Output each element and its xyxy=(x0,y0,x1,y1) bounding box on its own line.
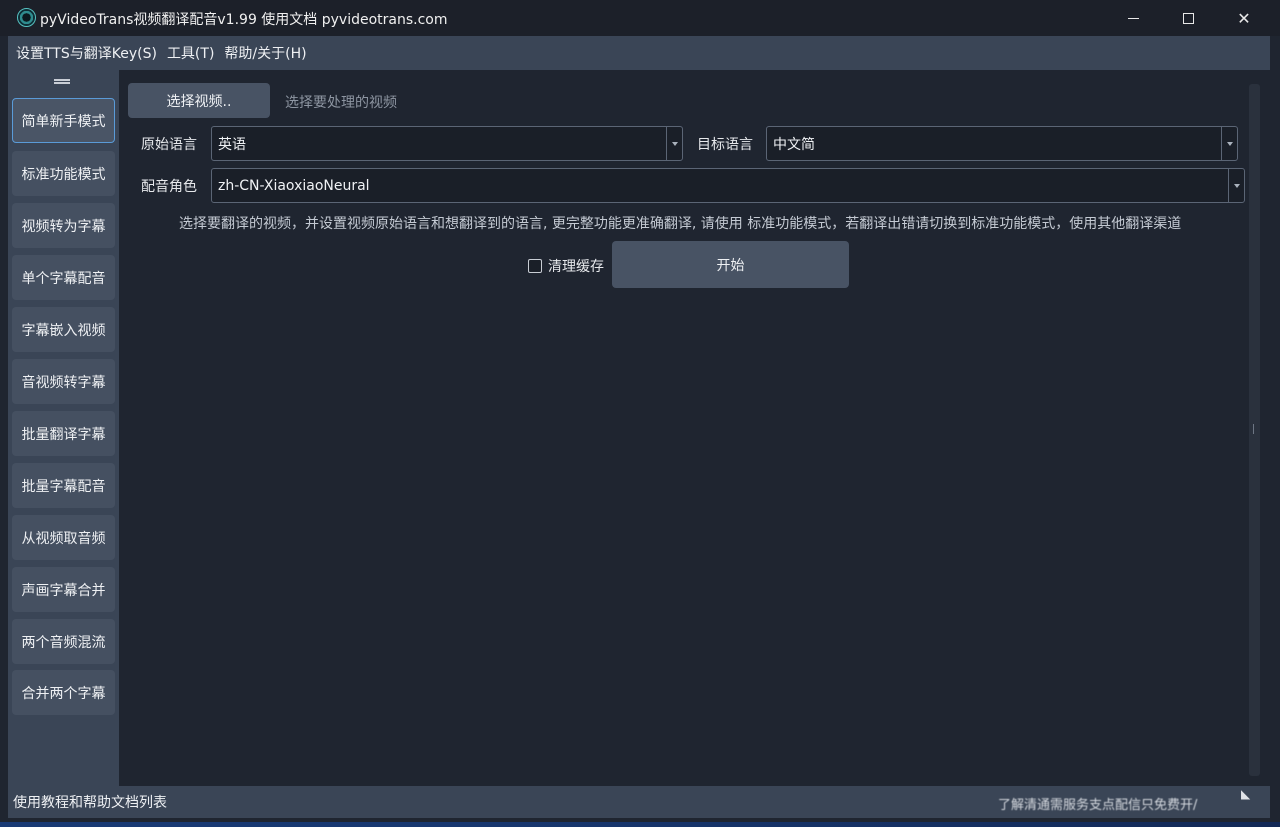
maximize-icon xyxy=(1182,12,1194,24)
chevron-down-icon xyxy=(1221,127,1237,160)
status-notice-text: 了解清通需服务支点配信只免费开/ xyxy=(998,798,1198,812)
mode-sidebar: 简单新手模式 标准功能模式 视频转为字幕 单个字幕配音 字幕嵌入视频 音视频转字… xyxy=(8,70,119,786)
minimize-button[interactable] xyxy=(1105,0,1161,36)
scroll-handle-icon[interactable] xyxy=(1253,424,1255,434)
resize-handle-icon[interactable]: ◣ xyxy=(1241,787,1255,801)
clear-cache-checkbox[interactable]: 清理缓存 xyxy=(528,256,604,276)
chevron-down-icon xyxy=(1228,169,1244,202)
chevron-down-icon xyxy=(666,127,682,160)
sidebar-item-extract-audio[interactable]: 从视频取音频 xyxy=(12,515,115,560)
sidebar-drag-handle-icon[interactable] xyxy=(54,79,70,84)
sidebar-item-batch-translate[interactable]: 批量翻译字幕 xyxy=(12,411,115,456)
app-logo-icon xyxy=(17,8,36,27)
clear-cache-label: 清理缓存 xyxy=(548,259,604,275)
voice-role-value: zh-CN-XiaoxiaoNeural xyxy=(218,177,370,194)
sidebar-item-batch-dubbing[interactable]: 批量字幕配音 xyxy=(12,463,115,508)
select-video-button[interactable]: 选择视频.. xyxy=(128,83,270,118)
sidebar-item-merge-av-subtitle[interactable]: 声画字幕合并 xyxy=(12,567,115,612)
sidebar-item-simple-mode[interactable]: 简单新手模式 xyxy=(12,98,115,143)
target-language-value: 中文简 xyxy=(773,136,815,153)
instruction-text: 选择要翻译的视频，并设置视频原始语言和想翻译到的语言, 更完整功能更准确翻译, … xyxy=(179,216,1182,232)
sidebar-item-merge-subtitles[interactable]: 合并两个字幕 xyxy=(12,670,115,715)
sidebar-item-av-to-subtitle[interactable]: 音视频转字幕 xyxy=(12,359,115,404)
help-docs-link[interactable]: 使用教程和帮助文档列表 xyxy=(13,792,167,812)
menu-tools[interactable]: 工具(T) xyxy=(167,41,214,65)
target-language-label: 目标语言 xyxy=(697,137,753,153)
maximize-button[interactable] xyxy=(1160,0,1216,36)
minimize-icon xyxy=(1127,17,1139,19)
close-icon: ✕ xyxy=(1237,8,1251,28)
sidebar-item-standard-mode[interactable]: 标准功能模式 xyxy=(12,151,115,196)
source-language-value: 英语 xyxy=(218,136,246,153)
status-bar-notice[interactable]: 了解清通需服务支点配信只免费开/ xyxy=(990,764,1245,812)
title-bar: pyVideoTrans视频翻译配音v1.99 使用文档 pyvideotran… xyxy=(0,0,1280,36)
close-button[interactable]: ✕ xyxy=(1216,0,1272,36)
voice-role-select[interactable]: zh-CN-XiaoxiaoNeural xyxy=(211,168,1245,203)
menu-settings[interactable]: 设置TTS与翻译Key(S) xyxy=(16,41,157,65)
sidebar-item-subtitle-dubbing[interactable]: 单个字幕配音 xyxy=(12,255,115,300)
source-language-label: 原始语言 xyxy=(141,137,197,153)
main-scrollbar[interactable] xyxy=(1249,84,1260,776)
start-button[interactable]: 开始 xyxy=(612,241,849,288)
voice-role-label: 配音角色 xyxy=(141,179,197,195)
sidebar-item-video-to-subtitle[interactable]: 视频转为字幕 xyxy=(12,203,115,248)
source-language-select[interactable]: 英语 xyxy=(211,126,683,161)
sidebar-item-mix-audio[interactable]: 两个音频混流 xyxy=(12,619,115,664)
window-title: pyVideoTrans视频翻译配音v1.99 使用文档 pyvideotran… xyxy=(40,12,448,28)
menu-help[interactable]: 帮助/关于(H) xyxy=(224,41,306,65)
sidebar-item-embed-subtitle[interactable]: 字幕嵌入视频 xyxy=(12,307,115,352)
checkbox-box[interactable] xyxy=(528,259,542,273)
target-language-select[interactable]: 中文简 xyxy=(766,126,1238,161)
select-video-hint: 选择要处理的视频 xyxy=(285,95,397,111)
menu-bar: 设置TTS与翻译Key(S) 工具(T) 帮助/关于(H) xyxy=(8,36,1270,70)
app-window: pyVideoTrans视频翻译配音v1.99 使用文档 pyvideotran… xyxy=(0,0,1280,822)
